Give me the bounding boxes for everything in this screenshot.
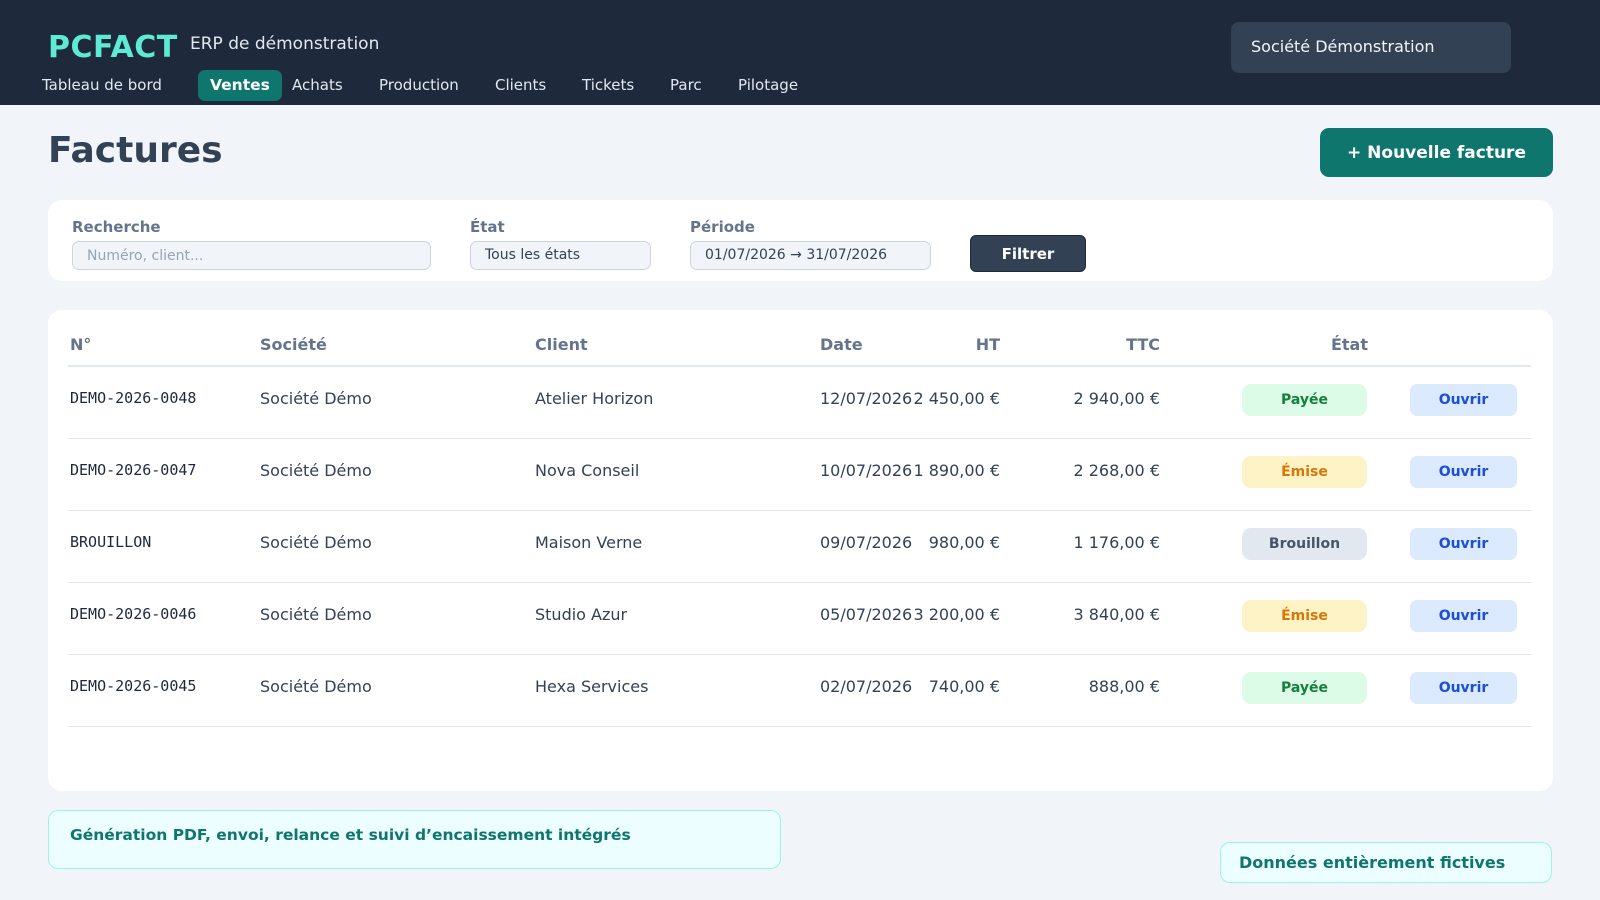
row-divider	[68, 726, 1531, 727]
status-badge: Émise	[1242, 600, 1367, 632]
status-badge: Payée	[1242, 672, 1367, 704]
invoice-company: Société Démo	[260, 677, 372, 696]
column-header-date[interactable]: Date	[820, 335, 863, 354]
invoice-number: DEMO-2026-0046	[70, 605, 197, 623]
column-header-ttc[interactable]: TTC	[1048, 335, 1160, 354]
column-header-number[interactable]: N°	[70, 335, 91, 354]
features-note: Génération PDF, envoi, relance et suivi …	[48, 810, 781, 869]
nav-item-tickets[interactable]: Tickets	[582, 70, 634, 101]
invoice-ht: 3 200,00 €	[913, 605, 1000, 624]
invoice-date: 10/07/2026	[820, 461, 913, 480]
main-nav: Tableau de bord Ventes Achats Production…	[0, 70, 900, 102]
invoice-date: 09/07/2026	[820, 533, 913, 552]
invoice-ht: 740,00 €	[928, 677, 1000, 696]
open-invoice-button[interactable]: Ouvrir	[1410, 456, 1517, 488]
invoice-ht: 2 450,00 €	[913, 389, 1000, 408]
invoice-client: Hexa Services	[535, 677, 649, 696]
invoices-table: N° Société Client Date HT TTC État DEMO-…	[48, 310, 1553, 791]
status-badge: Émise	[1242, 456, 1367, 488]
period-label: Période	[690, 218, 755, 236]
invoice-number: BROUILLON	[70, 533, 152, 551]
page-title: Factures	[48, 130, 223, 171]
invoice-ttc: 888,00 €	[1088, 677, 1160, 696]
status-badge: Payée	[1242, 384, 1367, 416]
invoice-ht: 980,00 €	[928, 533, 1000, 552]
table-row[interactable]: DEMO-2026-0048 Société Démo Atelier Horizo…	[48, 367, 1553, 439]
state-label: État	[470, 218, 505, 236]
invoice-company: Société Démo	[260, 533, 372, 552]
table-row[interactable]: DEMO-2026-0046 Société Démo Studio Azur 05/…	[48, 583, 1553, 655]
open-invoice-button[interactable]: Ouvrir	[1410, 384, 1517, 416]
column-header-ht[interactable]: HT	[928, 335, 1000, 354]
invoice-date: 05/07/2026	[820, 605, 913, 624]
nav-item-ventes[interactable]: Ventes	[198, 70, 282, 101]
column-header-client[interactable]: Client	[535, 335, 588, 354]
invoice-number: DEMO-2026-0045	[70, 677, 197, 695]
nav-item-achats[interactable]: Achats	[292, 70, 343, 101]
nav-item-clients[interactable]: Clients	[495, 70, 546, 101]
invoice-company: Société Démo	[260, 605, 372, 624]
column-header-state[interactable]: État	[1278, 335, 1368, 354]
app-tagline: ERP de démonstration	[190, 34, 380, 54]
search-input[interactable]	[72, 241, 431, 270]
nav-item-parc[interactable]: Parc	[670, 70, 702, 101]
invoice-client: Nova Conseil	[535, 461, 640, 480]
table-row[interactable]: BROUILLON Société Démo Maison Verne 09/07/2…	[48, 511, 1553, 583]
invoice-client: Studio Azur	[535, 605, 628, 624]
open-invoice-button[interactable]: Ouvrir	[1410, 600, 1517, 632]
invoice-ttc: 3 840,00 €	[1073, 605, 1160, 624]
status-badge: Brouillon	[1242, 528, 1367, 560]
filter-button[interactable]: Filtrer	[970, 235, 1086, 272]
fictive-data-note: Données entièrement fictives	[1220, 842, 1552, 883]
nav-item-pilotage[interactable]: Pilotage	[738, 70, 798, 101]
invoice-number: DEMO-2026-0047	[70, 461, 197, 479]
column-header-company[interactable]: Société	[260, 335, 327, 354]
invoice-ht: 1 890,00 €	[913, 461, 1000, 480]
invoice-ttc: 2 940,00 €	[1073, 389, 1160, 408]
search-label: Recherche	[72, 218, 161, 236]
table-row[interactable]: DEMO-2026-0045 Société Démo Hexa Services 0…	[48, 655, 1553, 727]
company-selector[interactable]: Société Démonstration	[1231, 22, 1511, 73]
invoice-date: 12/07/2026	[820, 389, 913, 408]
invoice-number: DEMO-2026-0048	[70, 389, 197, 407]
invoice-client: Atelier Horizon	[535, 389, 654, 408]
nav-item-tableau-de-bord[interactable]: Tableau de bord	[42, 70, 162, 101]
new-invoice-button[interactable]: + Nouvelle facture	[1320, 128, 1553, 177]
period-field[interactable]: 01/07/2026 → 31/07/2026	[690, 241, 931, 270]
invoice-client: Maison Verne	[535, 533, 643, 552]
invoice-company: Société Démo	[260, 389, 372, 408]
open-invoice-button[interactable]: Ouvrir	[1410, 528, 1517, 560]
open-invoice-button[interactable]: Ouvrir	[1410, 672, 1517, 704]
top-bar: PCFACT ERP de démonstration Société Démo…	[0, 0, 1600, 105]
invoice-company: Société Démo	[260, 461, 372, 480]
app-logo[interactable]: PCFACT	[48, 30, 178, 65]
state-select[interactable]: Tous les états	[470, 241, 651, 270]
nav-item-production[interactable]: Production	[379, 70, 459, 101]
filter-panel: Recherche État Tous les états Période 01…	[48, 200, 1553, 281]
invoice-ttc: 2 268,00 €	[1073, 461, 1160, 480]
invoice-ttc: 1 176,00 €	[1073, 533, 1160, 552]
table-row[interactable]: DEMO-2026-0047 Société Démo Nova Conseil 10…	[48, 439, 1553, 511]
invoice-date: 02/07/2026	[820, 677, 913, 696]
